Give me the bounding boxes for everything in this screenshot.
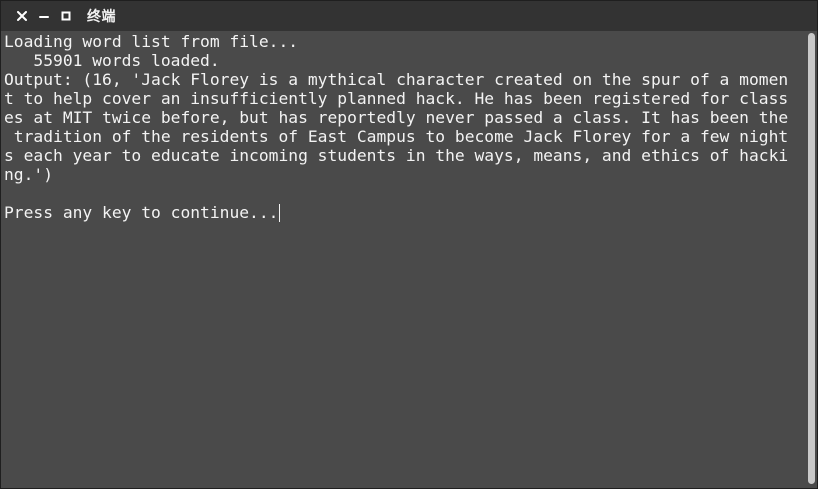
terminal-line: t to help cover an insufficiently planne… <box>4 89 789 108</box>
terminal-output[interactable]: Loading word list from file... 55901 wor… <box>1 31 805 488</box>
prompt-text: Press any key to continue... <box>4 203 279 222</box>
minimize-button[interactable] <box>33 1 55 31</box>
terminal-line: s each year to educate incoming students… <box>4 146 789 165</box>
terminal-line: Loading word list from file... <box>4 32 299 51</box>
maximize-button[interactable] <box>55 1 77 31</box>
text-cursor <box>279 204 281 222</box>
terminal-line: es at MIT twice before, but has reported… <box>4 108 789 127</box>
terminal-line: Output: (16, 'Jack Florey is a mythical … <box>4 70 789 89</box>
terminal-window: 终端 Loading word list from file... 55901 … <box>0 0 818 489</box>
title-bar[interactable]: 终端 <box>1 1 817 31</box>
maximize-icon <box>61 11 71 21</box>
terminal-line: 55901 words loaded. <box>4 51 220 70</box>
close-icon <box>17 11 27 21</box>
scrollbar-thumb[interactable] <box>808 33 815 484</box>
terminal-line: ng.') <box>4 165 54 184</box>
minimize-icon <box>39 11 49 21</box>
terminal-line: tradition of the residents of East Campu… <box>4 127 789 146</box>
close-button[interactable] <box>11 1 33 31</box>
window-title: 终端 <box>87 9 116 25</box>
terminal-prompt-line: Press any key to continue... <box>4 203 805 222</box>
scrollbar[interactable] <box>805 31 817 488</box>
